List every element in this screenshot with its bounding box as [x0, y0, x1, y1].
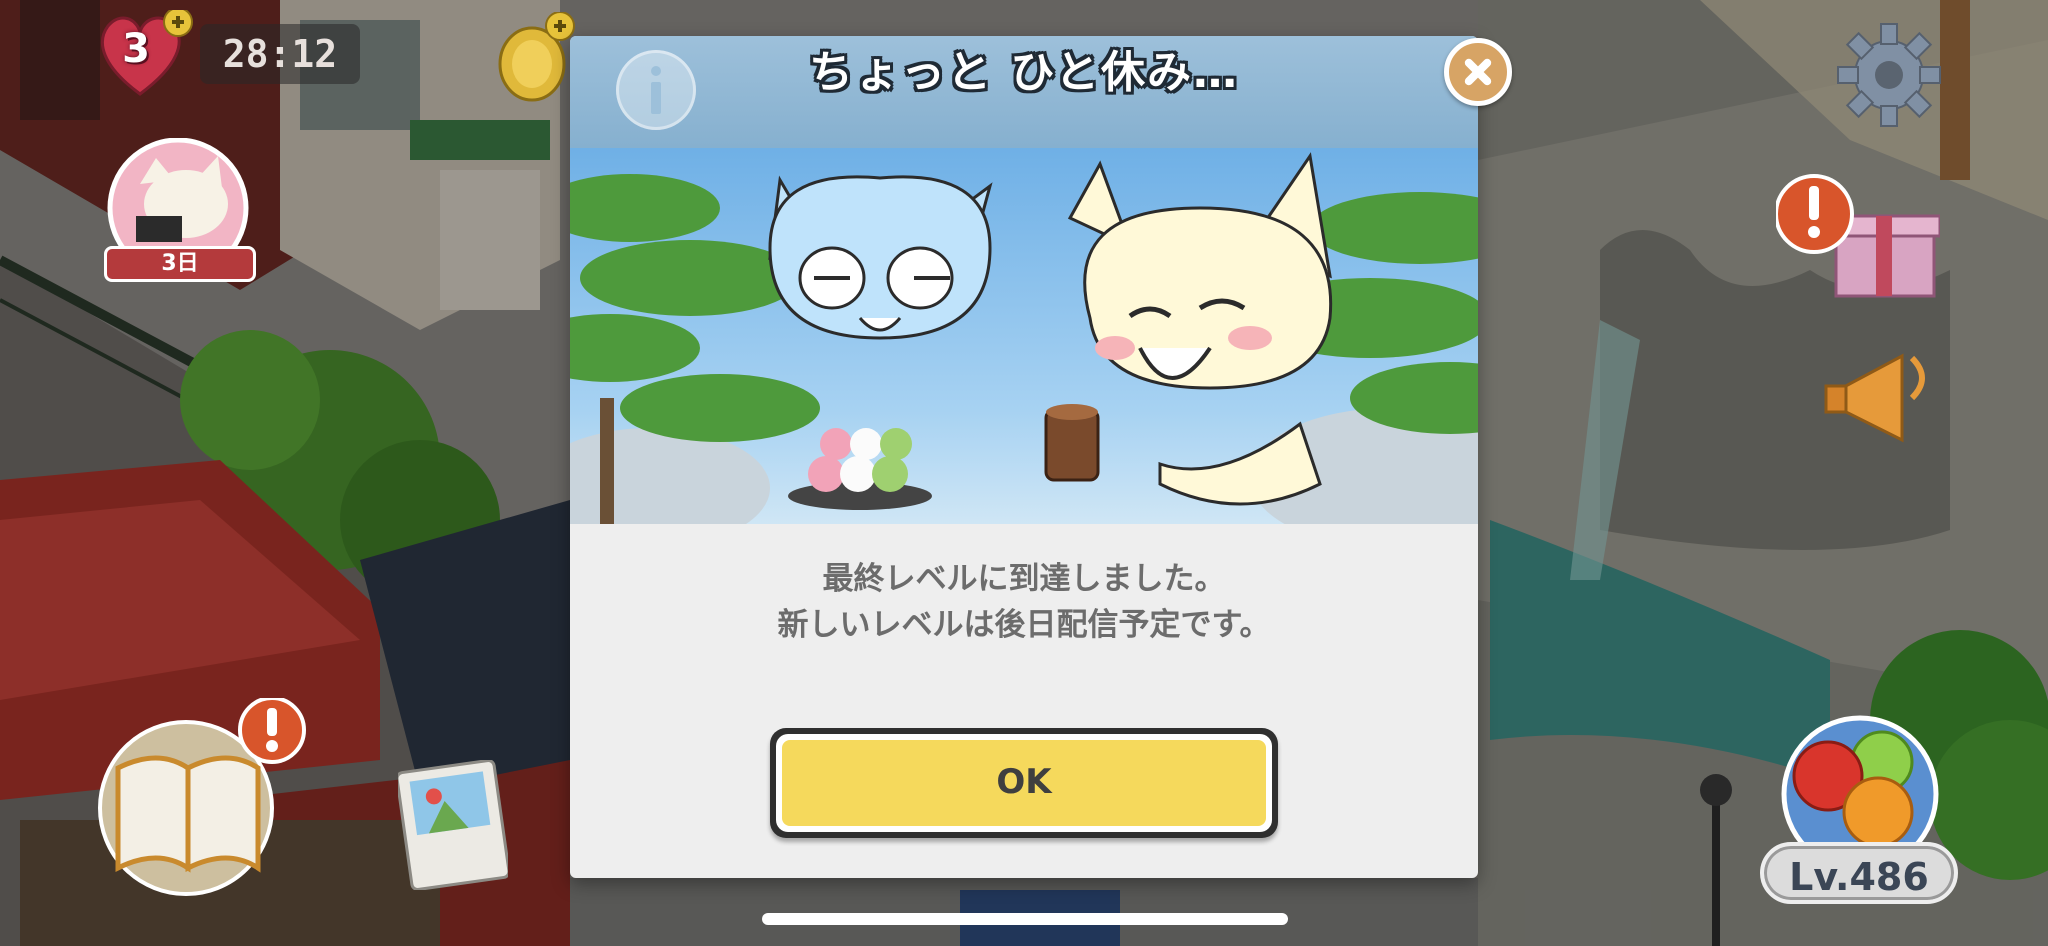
- ok-button[interactable]: OK: [770, 728, 1278, 838]
- message-line-2: 新しいレベルは後日配信予定です。: [777, 607, 1271, 643]
- album-book-button[interactable]: [96, 696, 316, 898]
- gift-button[interactable]: [1774, 170, 1942, 300]
- login-bonus-days: 3日: [104, 246, 256, 282]
- rest-dialog: ちょっと ひと休み… 最終レベルに到達しました。 新しいレベルは後日配信予定です…: [570, 36, 1478, 878]
- news-button[interactable]: [1822, 348, 1940, 448]
- megaphone-icon: [1824, 353, 1925, 443]
- photo-card-button[interactable]: [395, 759, 511, 891]
- coin-icon: [498, 11, 575, 102]
- lives-count: 3: [122, 26, 150, 72]
- book-icon: [98, 696, 306, 896]
- settings-button[interactable]: [1836, 22, 1942, 128]
- cream-cat-character: [1044, 152, 1333, 506]
- photo-icon: [395, 759, 511, 891]
- dialog-title: ちょっと ひと休み…: [809, 47, 1239, 98]
- home-indicator[interactable]: [762, 913, 1288, 925]
- dialog-header: ちょっと ひと休み…: [570, 36, 1478, 148]
- gear-icon: [1837, 23, 1941, 127]
- cats-tea-illustration: [570, 148, 1478, 524]
- coin-button[interactable]: [496, 11, 580, 102]
- lives-timer: 28:12: [200, 24, 360, 84]
- dialog-message: 最終レベルに到達しました。 新しいレベルは後日配信予定です。: [610, 556, 1438, 648]
- gift-icon: [1774, 174, 1942, 298]
- close-button[interactable]: [1444, 38, 1512, 106]
- info-icon[interactable]: [616, 50, 696, 130]
- lives-counter[interactable]: 3: [92, 7, 202, 100]
- ok-button-label: OK: [782, 740, 1266, 826]
- login-bonus-button[interactable]: 3日: [96, 137, 260, 284]
- level-label: Lv.486: [1760, 842, 1958, 904]
- blue-cat-character: [768, 175, 993, 510]
- message-line-1: 最終レベルに到達しました。: [822, 561, 1226, 597]
- level-badge[interactable]: Lv.486: [1760, 714, 1960, 904]
